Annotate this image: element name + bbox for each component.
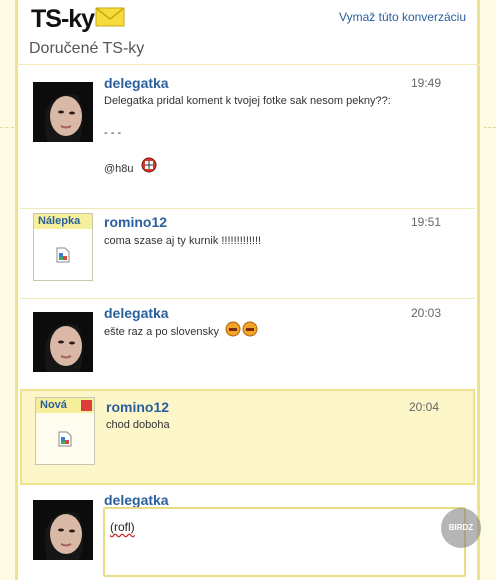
message-body: chod doboha	[106, 418, 446, 432]
avatar[interactable]	[33, 500, 93, 560]
eyes-emoticon	[225, 321, 258, 337]
message-username[interactable]: romino12	[106, 399, 169, 415]
sticker[interactable]: Nálepka	[33, 213, 93, 281]
message-divider	[20, 208, 475, 209]
message-text: - - -	[104, 127, 122, 139]
clear-conversation-link[interactable]: Vymaž túto konverzáciu	[339, 10, 466, 24]
inbox-title: Doručené TS-ky	[29, 40, 145, 57]
message-username[interactable]: delegatka	[104, 305, 169, 321]
message-username[interactable]: romino12	[104, 214, 167, 230]
message-text: @h8u	[104, 163, 134, 175]
side-decoration-right	[484, 127, 496, 128]
message-body: Delegatka pridal koment k tvojej fotke s…	[104, 94, 444, 176]
message-text: Delegatka pridal koment k tvojej fotke s…	[104, 95, 391, 107]
avatar-photo	[33, 500, 93, 560]
sticker-label: Nálepka	[34, 214, 92, 229]
new-flag-icon	[81, 400, 92, 411]
message-text-row: @h8u	[104, 157, 444, 176]
message-time: 20:04	[409, 400, 440, 414]
reply-username[interactable]: delegatka	[104, 492, 169, 508]
watermark-logo: BIRDZ	[441, 508, 481, 548]
ts-ky-logo: TS-ky	[31, 4, 125, 34]
reply-text: (rofl)	[110, 520, 135, 534]
message-text-row: ešte raz a po slovensky	[104, 321, 444, 339]
message-text: chod doboha	[106, 419, 170, 431]
title-divider	[15, 64, 480, 65]
message-time: 19:49	[411, 76, 442, 90]
message-body: coma szase aj ty kurnik !!!!!!!!!!!!!	[104, 234, 444, 248]
envelope-icon	[95, 7, 125, 27]
message-time: 19:51	[411, 215, 442, 229]
message-time: 20:03	[411, 306, 442, 320]
grin-emoticon	[141, 157, 157, 173]
message-text: coma szase aj ty kurnik !!!!!!!!!!!!!	[104, 235, 262, 247]
message-text	[104, 108, 444, 122]
message-divider	[20, 298, 475, 299]
avatar[interactable]	[33, 82, 93, 142]
broken-image-icon	[56, 247, 70, 263]
avatar-photo	[33, 82, 93, 142]
side-decoration-left	[0, 127, 14, 128]
message-body: ešte raz a po slovensky	[104, 321, 444, 339]
avatar[interactable]	[33, 312, 93, 372]
avatar-photo	[33, 312, 93, 372]
broken-image-icon	[58, 431, 72, 447]
sticker[interactable]: Nová	[35, 397, 95, 465]
reply-textarea[interactable]	[103, 507, 466, 577]
logo-text: TS-ky	[31, 4, 95, 33]
message-username[interactable]: delegatka	[104, 75, 169, 91]
message-text: ešte raz a po slovensky	[104, 326, 219, 338]
